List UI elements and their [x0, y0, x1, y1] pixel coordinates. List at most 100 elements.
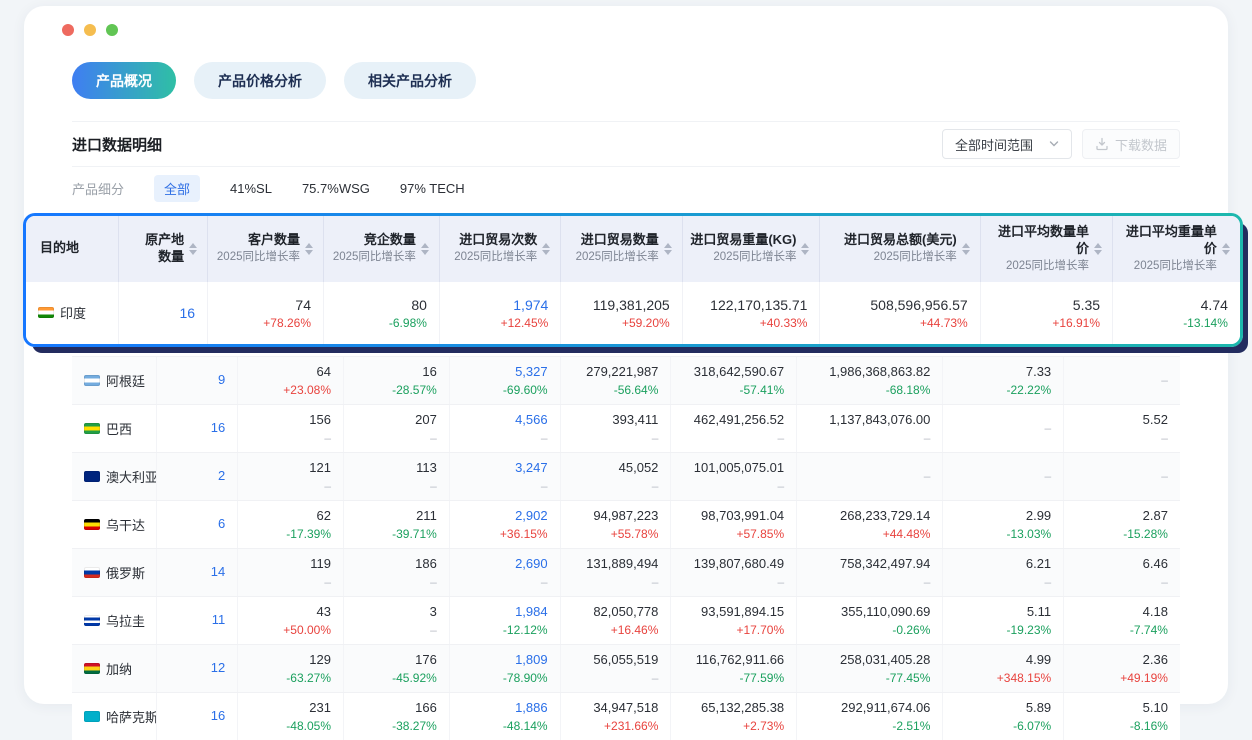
country-name: 印度 — [60, 303, 86, 322]
cell-change: -0.26% — [892, 622, 930, 638]
sort-icon[interactable] — [962, 243, 970, 255]
cell-value: 207 — [415, 411, 437, 430]
flag-icon — [84, 375, 100, 386]
data-cell: 129-63.27% — [238, 645, 344, 692]
data-cell: 94,987,223+55.78% — [561, 501, 672, 548]
cell-change: -78.90% — [503, 670, 548, 686]
trade-count-link[interactable]: 5,327 — [515, 363, 548, 382]
cell-value: 258,031,405.28 — [840, 651, 930, 670]
maximize-window-icon[interactable] — [106, 24, 118, 36]
filter-option-3[interactable]: 75.7%WSG — [302, 181, 370, 196]
data-cell: 5.35+16.91% — [981, 282, 1113, 344]
column-header: 竞企数量2025同比增长率 — [324, 216, 440, 282]
data-cell: – — [943, 453, 1064, 500]
trade-count-link[interactable]: 1,886 — [515, 699, 548, 718]
data-cell: 292,911,674.06-2.51% — [797, 693, 943, 740]
cell-change: -15.28% — [1123, 526, 1168, 542]
sort-icon[interactable] — [189, 243, 197, 255]
column-subheader-text: 2025同比增长率 — [987, 258, 1089, 274]
trade-count-link[interactable]: 4,566 — [515, 411, 548, 430]
trade-count-link[interactable]: 1,974 — [513, 295, 548, 315]
cell-change: -68.18% — [886, 382, 931, 398]
cell-value: 101,005,075.01 — [694, 459, 784, 478]
time-range-select[interactable]: 全部时间范围 — [942, 129, 1072, 159]
trade-count-link[interactable]: 1,809 — [515, 651, 548, 670]
flag-icon — [84, 615, 100, 626]
sort-icon[interactable] — [305, 243, 313, 255]
cell-value: 4.99 — [1026, 651, 1051, 670]
trade-count-link[interactable]: 2,902 — [515, 507, 548, 526]
tab-1[interactable]: 产品概况 — [72, 62, 176, 99]
column-header: 进口贸易重量(KG)2025同比增长率 — [683, 216, 821, 282]
close-window-icon[interactable] — [62, 24, 74, 36]
cell-value: 121 — [309, 459, 331, 478]
data-cell: 186– — [344, 549, 450, 596]
filter-option-4[interactable]: 97% TECH — [400, 181, 465, 196]
sort-icon[interactable] — [1094, 243, 1102, 255]
minimize-window-icon[interactable] — [84, 24, 96, 36]
sort-icon[interactable] — [1222, 243, 1230, 255]
table-row: 加纳12129-63.27%176-45.92%1,809-78.90%56,0… — [72, 645, 1180, 693]
sort-icon[interactable] — [542, 243, 550, 255]
trade-count-link[interactable]: 1,984 — [515, 603, 548, 622]
origin-count-link[interactable]: 11 — [212, 611, 226, 630]
origin-count-cell: 16 — [119, 282, 208, 344]
cell-change: – — [924, 574, 931, 590]
origin-count-link[interactable]: 12 — [211, 659, 225, 678]
sort-desc-icon — [305, 250, 313, 255]
column-header-label: 原产地数量 — [145, 232, 184, 266]
cell-value: 2.99 — [1026, 507, 1051, 526]
trade-count-link[interactable]: 3,247 — [515, 459, 548, 478]
country-name: 阿根廷 — [106, 371, 145, 390]
data-cell: 2.87-15.28% — [1064, 501, 1180, 548]
trade-count-link[interactable]: 2,690 — [515, 555, 548, 574]
cell-change: – — [1044, 574, 1051, 590]
cell-value: 5.35 — [1073, 295, 1100, 315]
cell-value: 5.52 — [1143, 411, 1168, 430]
table-row: 乌干达662-17.39%211-39.71%2,902+36.15%94,98… — [72, 501, 1180, 549]
cell-change: -13.14% — [1183, 315, 1228, 331]
sort-icon[interactable] — [421, 243, 429, 255]
tab-2[interactable]: 产品价格分析 — [194, 62, 326, 99]
origin-count-link[interactable]: 16 — [211, 707, 225, 726]
cell-value: 56,055,519 — [593, 651, 658, 670]
origin-count-link[interactable]: 16 — [211, 419, 225, 438]
download-icon — [1095, 137, 1109, 151]
cell-change: – — [430, 574, 437, 590]
cell-change: -12.12% — [503, 622, 548, 638]
origin-count-link[interactable]: 16 — [180, 303, 196, 323]
origin-count-link[interactable]: 6 — [218, 515, 225, 534]
highlighted-row: 印度1674+78.26%80-6.98%1,974+12.45%119,381… — [26, 282, 1240, 344]
cell-change: -7.74% — [1130, 622, 1168, 638]
sort-icon[interactable] — [801, 243, 809, 255]
tab-3[interactable]: 相关产品分析 — [344, 62, 476, 99]
filter-option-2[interactable]: 41%SL — [230, 181, 272, 196]
origin-count-link[interactable]: 2 — [218, 467, 225, 486]
column-header-text: 竞企数量 — [333, 232, 416, 249]
origin-count-link[interactable]: 9 — [218, 371, 225, 390]
column-header-text: 数量 — [145, 249, 184, 266]
cell-change: – — [652, 670, 659, 686]
sort-desc-icon — [801, 250, 809, 255]
data-cell: 1,809-78.90% — [450, 645, 561, 692]
sort-asc-icon — [421, 243, 429, 248]
data-cell: 122,170,135.71+40.33% — [683, 282, 821, 344]
cell-value: 758,342,497.94 — [840, 555, 930, 574]
sort-icon[interactable] — [664, 243, 672, 255]
cell-value: 129 — [309, 651, 331, 670]
cell-value: 131,889,494 — [586, 555, 658, 574]
country-name: 乌拉圭 — [106, 611, 145, 630]
cell-change: -56.64% — [614, 382, 659, 398]
data-cell: 98,703,991.04+57.85% — [671, 501, 797, 548]
data-cell: 5.52– — [1064, 405, 1180, 452]
origin-count-link[interactable]: 14 — [211, 563, 225, 582]
flag-icon — [84, 423, 100, 434]
download-data-button[interactable]: 下载数据 — [1082, 129, 1180, 159]
data-cell: 4.99+348.15% — [943, 645, 1064, 692]
column-header-label: 进口贸易重量(KG)2025同比增长率 — [690, 232, 796, 265]
filter-option-1[interactable]: 全部 — [154, 175, 200, 202]
cell-change: – — [777, 478, 784, 494]
cell-change: – — [777, 430, 784, 446]
chevron-down-icon — [1049, 139, 1059, 149]
data-cell: 6.21– — [943, 549, 1064, 596]
